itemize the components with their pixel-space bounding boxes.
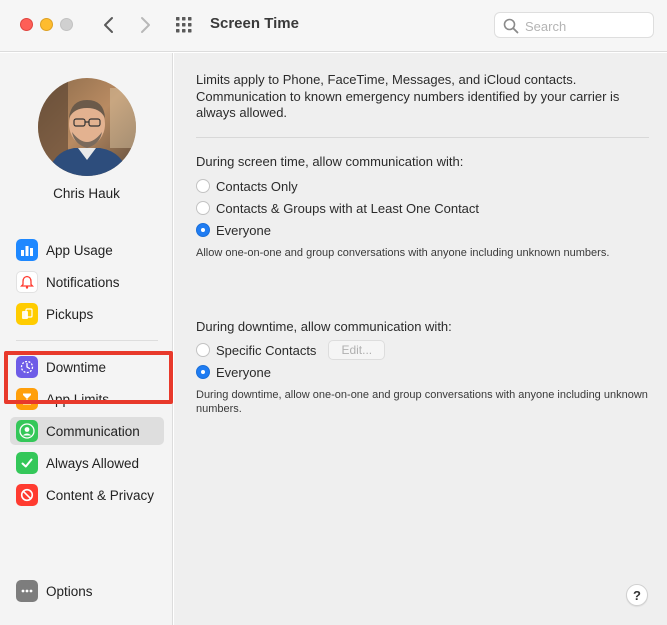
- radio-label: Everyone: [216, 222, 271, 238]
- zoom-window-button[interactable]: [60, 18, 73, 31]
- back-button[interactable]: [98, 13, 120, 37]
- radio-label: Contacts Only: [216, 178, 298, 194]
- close-window-button[interactable]: [20, 18, 33, 31]
- chevron-left-icon: [104, 17, 113, 33]
- sidebar-item-label: Pickups: [46, 306, 94, 322]
- contact-icon: [16, 420, 38, 442]
- radio-button-selected[interactable]: [196, 365, 210, 379]
- search-icon: [503, 18, 519, 34]
- downtime-icon: [16, 356, 38, 378]
- help-button[interactable]: ?: [626, 584, 648, 606]
- options-button[interactable]: Options: [12, 578, 162, 604]
- sidebar-item-app-limits[interactable]: App Limits: [12, 386, 162, 412]
- sidebar-item-communication[interactable]: Communication: [10, 417, 164, 445]
- radio-label: Contacts & Groups with at Least One Cont…: [216, 200, 480, 216]
- sidebar-item-label: Communication: [46, 423, 140, 439]
- radio-label: Specific Contacts: [216, 342, 317, 358]
- sidebar-divider: [16, 340, 158, 341]
- user-name: Chris Hauk: [53, 186, 120, 201]
- more-icon: [16, 580, 38, 602]
- show-all-button[interactable]: [175, 16, 195, 34]
- sidebar-item-always-allowed[interactable]: Always Allowed: [12, 450, 162, 476]
- bar-chart-icon: [16, 239, 38, 261]
- section-divider: [196, 137, 649, 138]
- search-input[interactable]: [525, 17, 645, 35]
- sidebar-item-label: Always Allowed: [46, 455, 140, 471]
- sidebar-item-content-privacy[interactable]: Content & Privacy: [12, 482, 162, 508]
- radio-label: Everyone: [216, 364, 271, 380]
- hourglass-icon: [16, 388, 38, 410]
- radio-button-selected[interactable]: [196, 223, 210, 237]
- minimize-window-button[interactable]: [40, 18, 53, 31]
- chevron-right-icon: [141, 17, 150, 33]
- radio-everyone-screen-time[interactable]: Everyone: [196, 221, 271, 239]
- avatar[interactable]: [38, 78, 136, 176]
- sidebar-item-label: Downtime: [46, 359, 107, 375]
- title-bar: Screen Time: [0, 0, 667, 52]
- screen-time-note: Allow one-on-one and group conversations…: [196, 247, 610, 259]
- radio-contacts-groups[interactable]: Contacts & Groups with at Least One Cont…: [196, 199, 479, 217]
- options-label: Options: [46, 583, 93, 599]
- sidebar-item-pickups[interactable]: Pickups: [12, 301, 162, 327]
- sidebar-item-label: App Usage: [46, 242, 113, 258]
- downtime-note: During downtime, allow one-on-one and gr…: [196, 389, 648, 415]
- restricted-icon: [16, 484, 38, 506]
- radio-specific-contacts[interactable]: Specific Contacts Edit...: [196, 340, 386, 360]
- window-title: Screen Time: [210, 15, 299, 32]
- screen-time-section-title: During screen time, allow communication …: [196, 154, 464, 169]
- sidebar-item-app-usage[interactable]: App Usage: [12, 237, 162, 263]
- edit-contacts-button[interactable]: Edit...: [328, 340, 386, 360]
- sidebar-item-label: Notifications: [46, 274, 120, 290]
- pickup-icon: [16, 303, 38, 325]
- radio-contacts-only[interactable]: Contacts Only: [196, 177, 298, 195]
- main-pane: Limits apply to Phone, FaceTime, Message…: [174, 53, 667, 625]
- sidebar-item-label: App Limits: [46, 391, 110, 407]
- user-photo: [38, 78, 136, 176]
- sidebar-item-label: Content & Privacy: [46, 487, 155, 503]
- sidebar-item-notifications[interactable]: Notifications: [12, 269, 162, 295]
- sidebar-item-downtime[interactable]: Downtime: [12, 354, 162, 380]
- radio-button[interactable]: [196, 343, 210, 357]
- sidebar: Chris Hauk App Usage Notifications Picku…: [0, 53, 173, 625]
- forward-button[interactable]: [134, 13, 156, 37]
- search-field[interactable]: [494, 12, 654, 38]
- intro-text: Limits apply to Phone, FaceTime, Message…: [196, 72, 620, 120]
- bell-icon: [16, 271, 38, 293]
- checkmark-icon: [16, 452, 38, 474]
- radio-everyone-downtime[interactable]: Everyone: [196, 363, 271, 381]
- grid-icon: [176, 17, 192, 33]
- radio-button[interactable]: [196, 179, 210, 193]
- radio-button[interactable]: [196, 201, 210, 215]
- downtime-section-title: During downtime, allow communication wit…: [196, 319, 452, 334]
